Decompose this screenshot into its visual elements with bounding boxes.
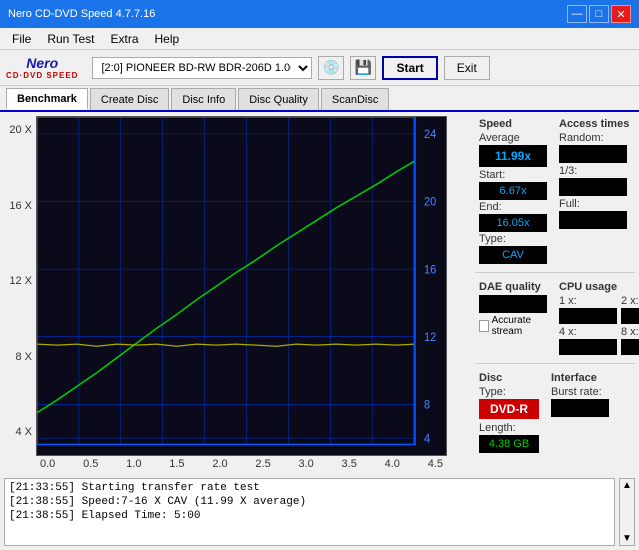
menu-file[interactable]: File [4,30,39,48]
average-label: Average [479,132,547,144]
disc-section: Disc Type: DVD-R Length: 4.38 GB [475,370,543,455]
disc-type-value: DVD-R [479,399,539,419]
accurate-stream-container: Accurate stream [479,315,547,337]
tab-scan-disc[interactable]: ScanDisc [321,88,389,110]
interface-section: Interface Burst rate: [547,370,613,455]
dae-value [479,295,547,313]
menu-bar: File Run Test Extra Help [0,28,639,50]
one-third-label: 1/3: [559,165,629,177]
log-scrollbar[interactable]: ▲ ▼ [619,478,635,546]
log-entry-1: [21:38:55] Speed:7-16 X CAV (11.99 X ave… [9,495,610,509]
dae-section: DAE quality Accurate stream [475,279,551,357]
x-axis: 0.0 0.5 1.0 1.5 2.0 2.5 3.0 3.5 4.0 4.5 [4,456,471,470]
cpu-1x-value [559,308,617,324]
cpu-col1: 1 x: 4 x: [559,295,617,355]
tab-benchmark[interactable]: Benchmark [6,88,88,110]
svg-text:20: 20 [424,196,436,208]
disc-title: Disc [479,372,539,384]
dae-cpu-row: DAE quality Accurate stream CPU usage 1 … [475,279,635,357]
random-value [559,145,627,163]
svg-text:8: 8 [424,399,430,411]
close-button[interactable]: ✕ [611,5,631,23]
log-entry-0: [21:33:55] Starting transfer rate test [9,481,610,495]
cpu-values: 1 x: 4 x: 2 x: 8 x: [559,295,639,355]
maximize-button[interactable]: □ [589,5,609,23]
cpu-2x-value [621,308,639,324]
tabs: Benchmark Create Disc Disc Info Disc Qua… [0,86,639,112]
start-button[interactable]: Start [382,56,437,80]
chart-area: 24 20 16 12 8 4 [36,116,447,456]
exit-button[interactable]: Exit [444,56,490,80]
bottom-section: [21:33:55] Starting transfer rate test [… [0,474,639,550]
svg-text:4: 4 [424,433,430,445]
cpu-col2: 2 x: 8 x: [621,295,639,355]
start-value: 6.67x [479,182,547,200]
svg-text:24: 24 [424,129,436,141]
burst-rate-value [551,399,609,417]
save-icon-button[interactable]: 💾 [350,56,376,80]
log-area[interactable]: [21:33:55] Starting transfer rate test [… [4,478,615,546]
average-value: 11.99x [479,145,547,167]
scroll-up-icon[interactable]: ▲ [622,480,632,491]
cpu-4x-value [559,339,617,355]
start-label: Start: [479,169,547,181]
one-third-value [559,178,627,196]
logo-sub: CD·DVD SPEED [6,71,78,80]
accurate-stream-checkbox[interactable] [479,320,489,332]
disc-interface-row: Disc Type: DVD-R Length: 4.38 GB Interfa… [475,370,635,455]
speed-access-row: Speed Average 11.99x Start: 6.67x End: 1… [475,116,635,266]
type-value: CAV [479,246,547,264]
log-entry-2: [21:38:55] Elapsed Time: 5:00 [9,509,610,523]
title-bar-buttons: — □ ✕ [567,5,631,23]
tab-disc-info[interactable]: Disc Info [171,88,236,110]
title-bar-title: Nero CD-DVD Speed 4.7.7.16 [8,8,155,20]
logo-nero: Nero [26,55,58,71]
disk-icon-button[interactable]: 💿 [318,56,344,80]
cpu-1x-label: 1 x: [559,295,617,307]
burst-rate-label: Burst rate: [551,386,609,398]
disc-length-value: 4.38 GB [479,435,539,453]
svg-text:16: 16 [424,264,436,276]
menu-help[interactable]: Help [147,30,188,48]
main-content: 20 X 16 X 12 X 8 X 4 X [0,112,639,474]
disc-type-label: Type: [479,386,539,398]
end-value: 16.05x [479,214,547,232]
random-label: Random: [559,132,629,144]
title-bar: Nero CD-DVD Speed 4.7.7.16 — □ ✕ [0,0,639,28]
logo-area: Nero CD·DVD SPEED [6,55,78,80]
chart-svg: 24 20 16 12 8 4 [37,117,446,455]
interface-title: Interface [551,372,609,384]
y-axis-left: 20 X 16 X 12 X 8 X 4 X [4,116,36,456]
accurate-stream-label: Accurate stream [492,315,547,337]
menu-extra[interactable]: Extra [102,30,146,48]
type-label: Type: [479,233,547,245]
drive-select[interactable]: [2:0] PIONEER BD-RW BDR-206D 1.06 [92,57,312,79]
full-label: Full: [559,198,629,210]
cpu-8x-value [621,339,639,355]
toolbar: Nero CD·DVD SPEED [2:0] PIONEER BD-RW BD… [0,50,639,86]
end-label: End: [479,201,547,213]
cpu-2x-label: 2 x: [621,295,639,307]
full-value [559,211,627,229]
scroll-down-icon[interactable]: ▼ [622,533,632,544]
speed-section: Speed Average 11.99x Start: 6.67x End: 1… [475,116,551,266]
speed-title: Speed [479,118,547,130]
cpu-8x-label: 8 x: [621,326,639,338]
tab-create-disc[interactable]: Create Disc [90,88,169,110]
svg-text:12: 12 [424,332,436,344]
disc-length-label: Length: [479,422,539,434]
cpu-4x-label: 4 x: [559,326,617,338]
right-panel: Speed Average 11.99x Start: 6.67x End: 1… [475,116,635,470]
cpu-section: CPU usage 1 x: 4 x: 2 x: 8 x: [555,279,639,357]
minimize-button[interactable]: — [567,5,587,23]
dae-title: DAE quality [479,281,547,293]
y-axis-right [447,116,471,456]
tab-disc-quality[interactable]: Disc Quality [238,88,319,110]
cpu-title: CPU usage [559,281,639,293]
menu-run-test[interactable]: Run Test [39,30,102,48]
access-title: Access times [559,118,629,130]
access-section: Access times Random: 1/3: Full: [555,116,633,266]
